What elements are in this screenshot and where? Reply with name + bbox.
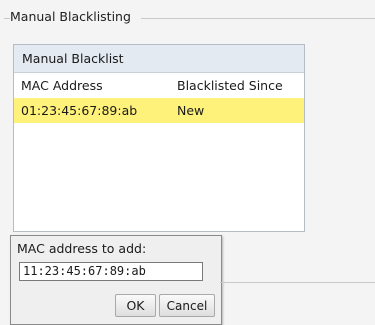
fieldset-divider — [220, 282, 375, 283]
mac-address-input[interactable]: 11:23:45:67:89:ab — [19, 262, 203, 281]
section-legend: Manual Blacklisting — [10, 9, 141, 24]
blacklist-listbox[interactable]: Manual Blacklist MAC Address Blacklisted… — [13, 44, 305, 232]
column-header-since: Blacklisted Since — [177, 78, 283, 93]
column-header-mac: MAC Address — [21, 78, 103, 93]
row-since: New — [177, 103, 205, 118]
mac-input-label: MAC address to add: — [17, 241, 147, 256]
table-row[interactable]: 01:23:45:67:89:ab New — [14, 98, 304, 123]
column-header-row: MAC Address Blacklisted Since — [14, 73, 304, 98]
ok-button[interactable]: OK — [115, 294, 156, 317]
row-mac: 01:23:45:67:89:ab — [21, 103, 138, 118]
add-mac-dialog: MAC address to add: 11:23:45:67:89:ab OK… — [10, 235, 222, 325]
listbox-title: Manual Blacklist — [14, 45, 304, 73]
cancel-button[interactable]: Cancel — [159, 294, 215, 317]
